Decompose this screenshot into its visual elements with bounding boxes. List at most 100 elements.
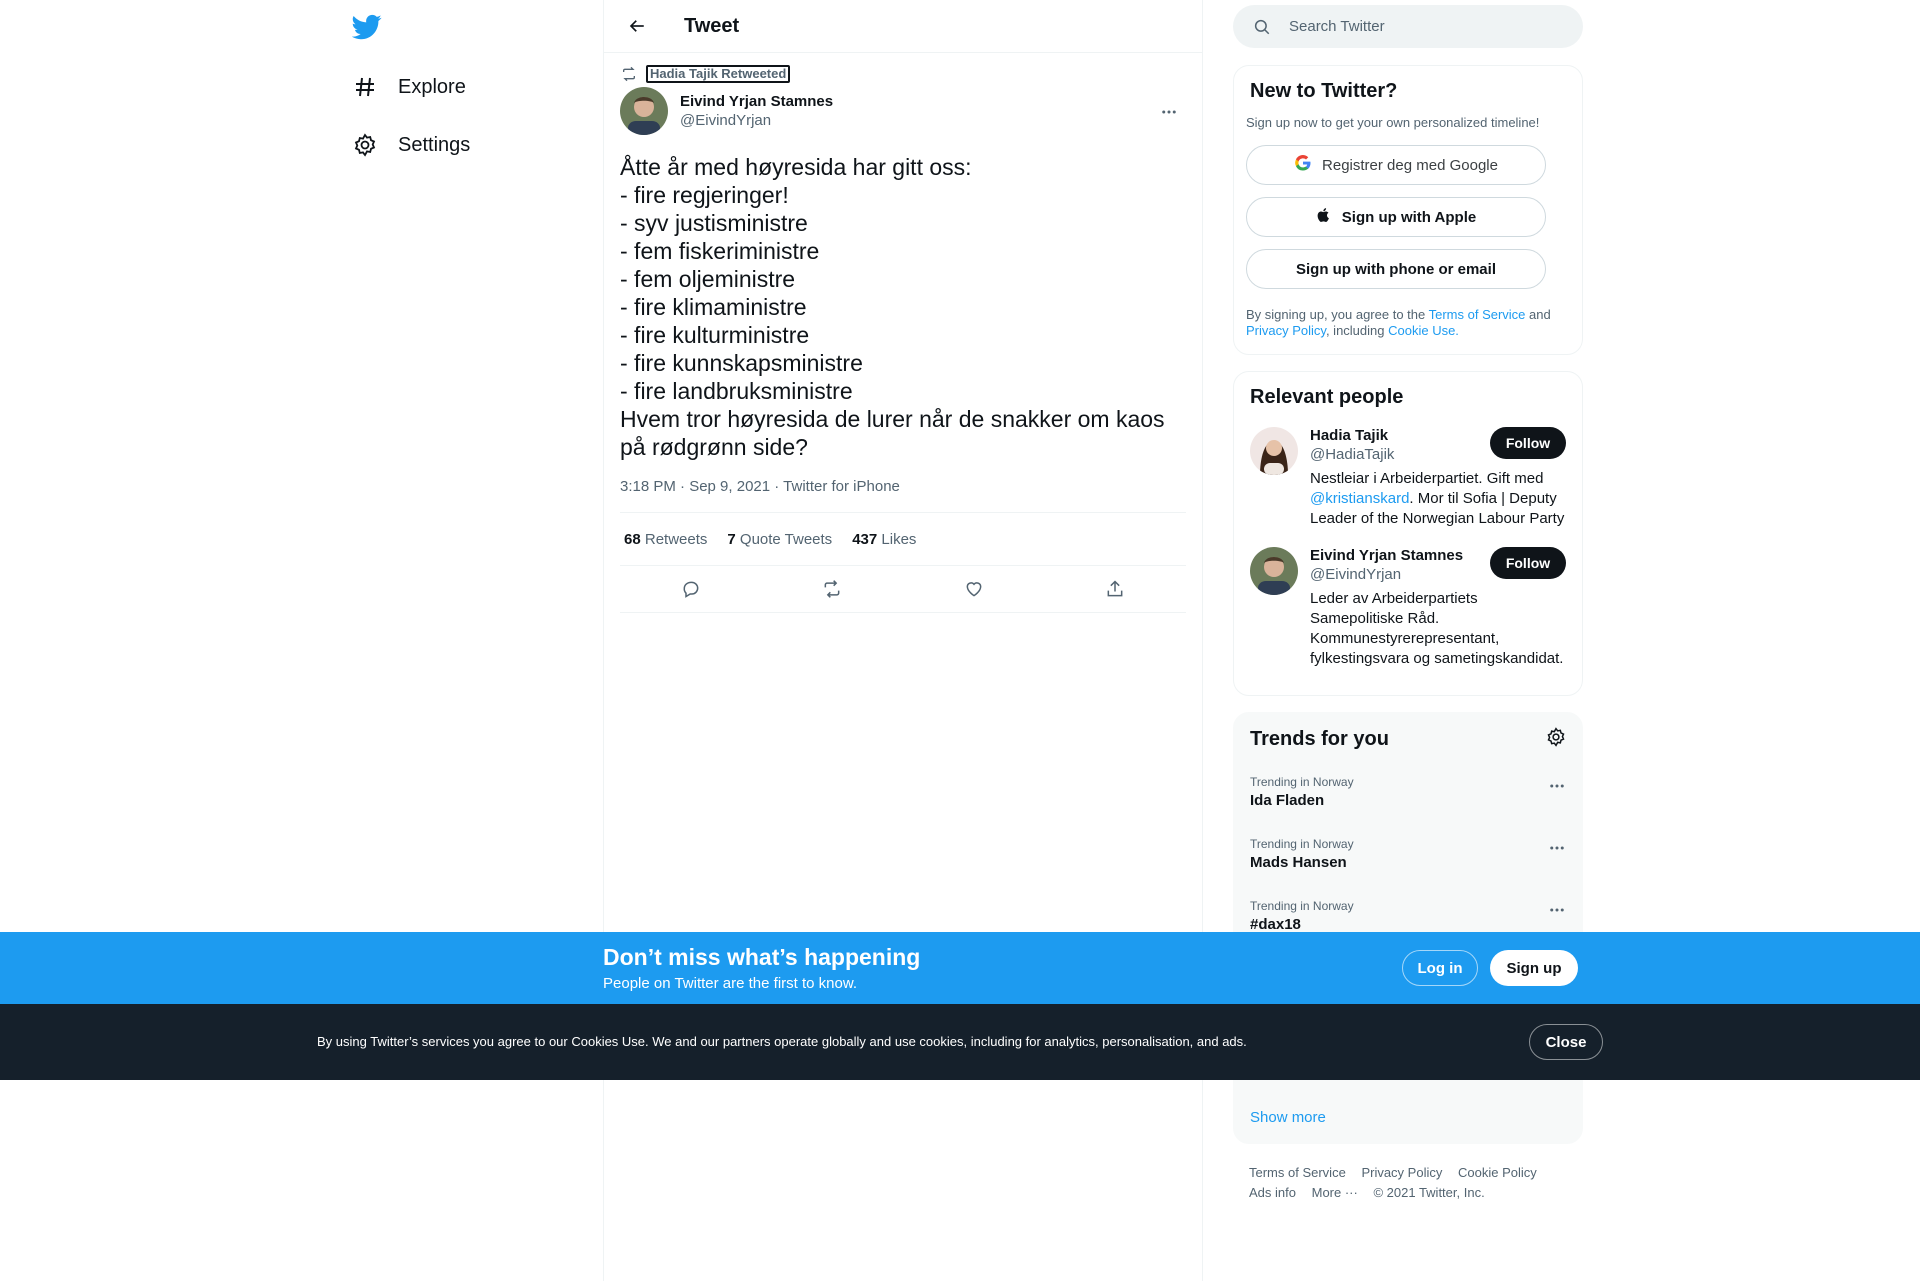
google-logo-icon (1294, 154, 1312, 176)
apple-signup-label: Sign up with Apple (1341, 208, 1477, 226)
trend-context: Trending in Norway (1250, 899, 1354, 913)
new-to-twitter-title: New to Twitter? (1250, 80, 1398, 102)
apple-signup-button[interactable]: Sign up with Apple (1246, 197, 1546, 237)
login-button[interactable]: Log in (1402, 950, 1478, 986)
search-input[interactable]: Search Twitter (1289, 18, 1385, 35)
new-to-twitter-card: New to Twitter? Sign up now to get your … (1233, 65, 1583, 355)
tweet: Hadia Tajik Retweeted Eivind Yrjan Stamn… (604, 63, 1202, 613)
retweet-context: Hadia Tajik Retweeted (620, 63, 1186, 85)
quotes-stat[interactable]: 7 Quote Tweets (727, 531, 832, 548)
new-to-twitter-subtitle: Sign up now to get your own personalized… (1246, 115, 1540, 130)
person-avatar[interactable] (1250, 547, 1298, 595)
cookie-close-button[interactable]: Close (1529, 1024, 1603, 1060)
relevant-people-title: Relevant people (1250, 386, 1404, 408)
footer-ads-info-link[interactable]: Ads info (1249, 1185, 1308, 1200)
quotes-count: 7 (727, 530, 736, 548)
phone-email-signup-label: Sign up with phone or email (1295, 260, 1496, 278)
gear-icon (352, 132, 378, 158)
retweet-icon (620, 65, 638, 83)
legal-including: , including (1325, 323, 1389, 338)
google-signup-label: Registrer deg med Google (1322, 156, 1498, 174)
page-title: Tweet (684, 14, 740, 37)
search-box[interactable]: Search Twitter (1233, 5, 1583, 48)
signup-banner-heading: Don’t miss what’s happening (603, 944, 921, 970)
legal-prefix: By signing up, you agree to the (1246, 307, 1429, 322)
trends-title: Trends for you (1250, 727, 1389, 750)
reply-icon[interactable] (673, 571, 709, 607)
footer-links: Terms of Service Privacy Policy Cookie P… (1249, 1163, 1559, 1203)
retweets-stat[interactable]: 68 Retweets (624, 531, 707, 548)
trend-name: Mads Hansen (1250, 854, 1347, 871)
trends-header: Trends for you (1234, 713, 1582, 765)
trend-item[interactable]: Trending in Norway Mads Hansen (1234, 827, 1582, 889)
cookie-use-link[interactable]: Cookie Use. (1388, 323, 1459, 338)
tweet-timestamp[interactable]: 3:18 PM · Sep 9, 2021 · Twitter for iPho… (620, 477, 1186, 513)
nav-settings[interactable]: Settings (352, 120, 470, 170)
follow-button[interactable]: Follow (1490, 427, 1566, 459)
relevant-people-card: Relevant people Hadia Tajik @HadiaTajik … (1233, 371, 1583, 696)
likes-count: 437 (852, 530, 878, 548)
trends-settings-gear-icon[interactable] (1546, 726, 1566, 752)
person-item[interactable]: Hadia Tajik @HadiaTajik Nestleiar i Arbe… (1250, 427, 1566, 529)
signup-banner-subtext: People on Twitter are the first to know. (603, 975, 858, 992)
trend-context: Trending in Norway (1250, 775, 1354, 789)
cookie-banner-text: By using Twitter’s services you agree to… (317, 1034, 1247, 1049)
terms-link[interactable]: Terms of Service (1429, 307, 1526, 322)
likes-stat[interactable]: 437 Likes (852, 531, 916, 548)
privacy-link[interactable]: Privacy Policy (1246, 323, 1326, 338)
footer-cookie-link[interactable]: Cookie Policy (1458, 1165, 1549, 1180)
timestamp-text: 3:18 PM · Sep 9, 2021 · Twitter for iPho… (620, 478, 900, 495)
footer-link-label: Privacy Policy (1361, 1165, 1443, 1180)
tweet-actions (620, 566, 1186, 613)
apple-logo-icon (1316, 206, 1332, 228)
follow-button[interactable]: Follow (1490, 547, 1566, 579)
signup-button[interactable]: Sign up (1490, 950, 1578, 986)
footer-more-link[interactable]: More ··· (1312, 1185, 1370, 1200)
person-item[interactable]: Eivind Yrjan Stamnes @EivindYrjan Leder … (1250, 547, 1566, 669)
header-bar: Tweet (604, 0, 1202, 53)
retweeted-by-link[interactable]: Hadia Tajik Retweeted (646, 65, 791, 83)
footer-link-label: Terms of Service (1249, 1165, 1346, 1180)
trend-more-icon[interactable] (1548, 777, 1566, 800)
trend-context: Trending in Norway (1250, 837, 1354, 851)
more-options-icon[interactable] (1152, 95, 1186, 129)
footer-link-label: Cookie Policy (1457, 1165, 1537, 1180)
likes-label: Likes (881, 530, 917, 548)
tweet-author: Eivind Yrjan Stamnes @EivindYrjan (620, 85, 1186, 137)
author-name[interactable]: Eivind Yrjan Stamnes (680, 93, 833, 110)
bio-mention-link[interactable]: @kristianskard (1310, 490, 1409, 507)
nav-explore-label: Explore (398, 75, 466, 98)
share-icon[interactable] (1097, 571, 1133, 607)
trend-name: #dax18 (1250, 916, 1301, 933)
retweets-count: 68 (624, 530, 641, 548)
bio-prefix: Nestleiar i Arbeiderpartiet. Gift med (1310, 470, 1544, 487)
twitter-logo-icon[interactable] (351, 12, 382, 42)
trend-name: Ida Fladen (1250, 792, 1325, 809)
footer-privacy-link[interactable]: Privacy Policy (1361, 1165, 1454, 1180)
signup-legal-text: By signing up, you agree to the Terms of… (1246, 307, 1570, 339)
nav-explore[interactable]: Explore (352, 62, 466, 112)
tweet-stats: 68 Retweets 7 Quote Tweets 437 Likes (620, 513, 1186, 566)
show-more-link[interactable]: Show more (1250, 1109, 1326, 1126)
cookie-banner: By using Twitter’s services you agree to… (0, 1004, 1920, 1080)
back-arrow-icon[interactable] (620, 9, 654, 43)
hashtag-icon (352, 74, 378, 100)
signup-banner: Don’t miss what’s happening People on Tw… (0, 932, 1920, 1004)
footer-terms-link[interactable]: Terms of Service (1249, 1165, 1358, 1180)
phone-email-signup-button[interactable]: Sign up with phone or email (1246, 249, 1546, 289)
trend-more-icon[interactable] (1548, 901, 1566, 924)
trend-item[interactable]: Trending in Norway Ida Fladen (1234, 765, 1582, 827)
copyright-text: © 2021 Twitter, Inc. (1373, 1185, 1485, 1200)
author-avatar[interactable] (620, 87, 668, 135)
google-signup-button[interactable]: Registrer deg med Google (1246, 145, 1546, 185)
legal-and: and (1525, 307, 1551, 322)
person-bio: Leder av Arbeiderpartiets Samepolitiske … (1310, 590, 1564, 667)
like-icon[interactable] (956, 571, 992, 607)
person-avatar[interactable] (1250, 427, 1298, 475)
search-icon (1253, 18, 1271, 36)
retweet-action-icon[interactable] (814, 571, 850, 607)
person-bio: Nestleiar i Arbeiderpartiet. Gift med @k… (1310, 469, 1565, 529)
author-handle[interactable]: @EivindYrjan (680, 112, 833, 129)
trend-more-icon[interactable] (1548, 839, 1566, 862)
nav-settings-label: Settings (398, 133, 471, 156)
